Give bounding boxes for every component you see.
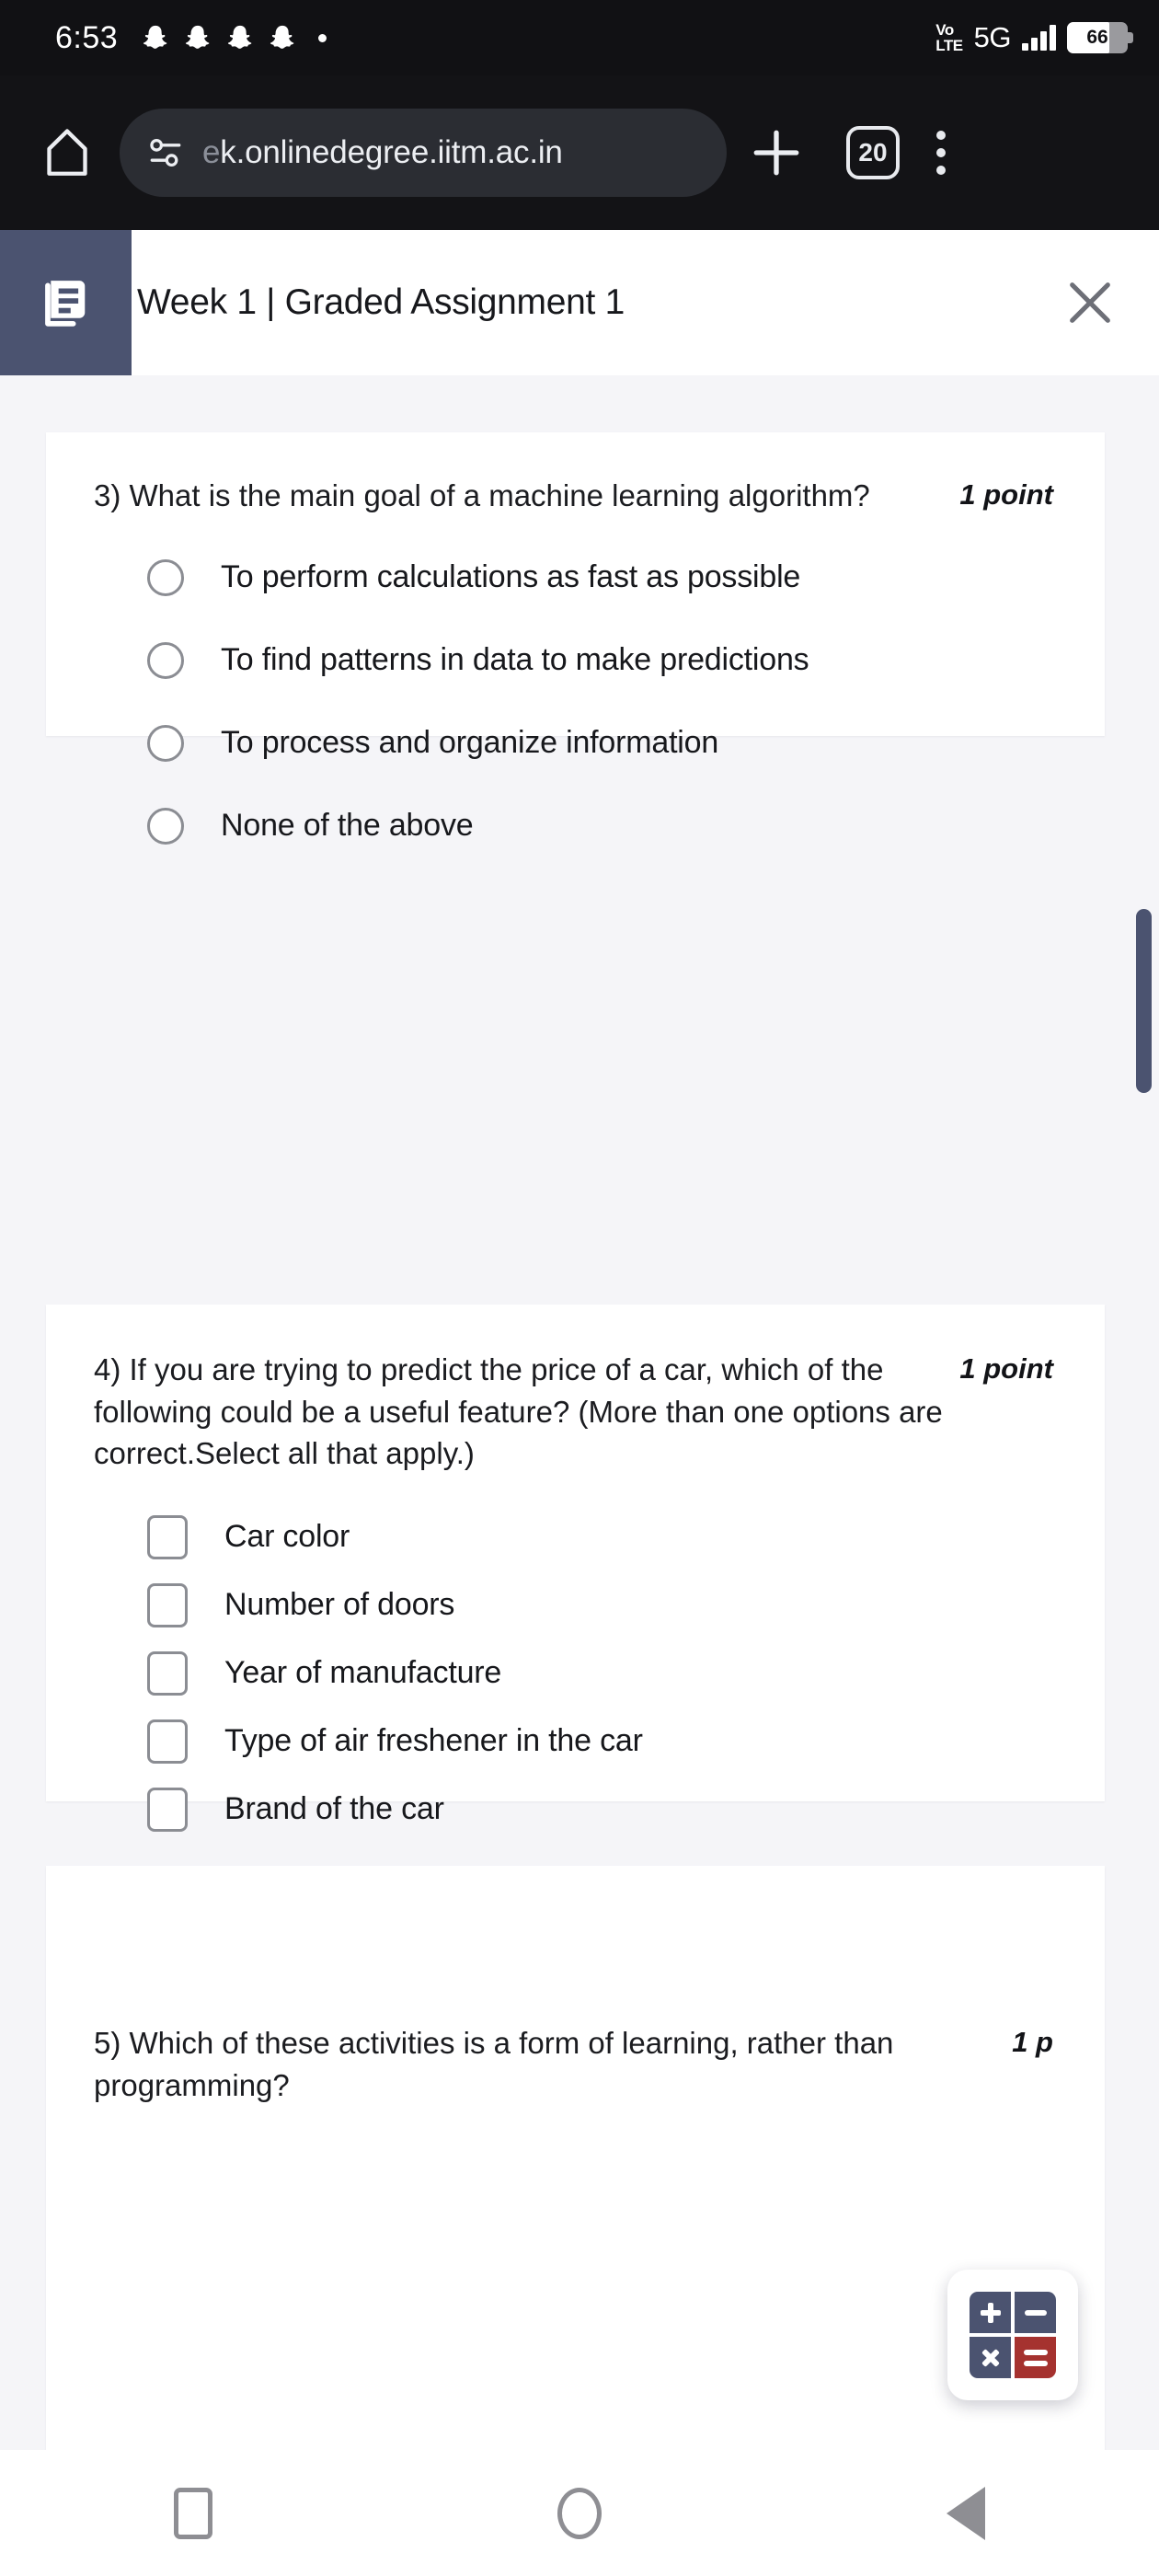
question-4-text: 4) If you are trying to predict the pric…: [94, 1349, 943, 1475]
android-navigation-bar: [0, 2450, 1159, 2576]
browser-toolbar: ek.onlinedegree.iitm.ac.in 20: [0, 75, 1159, 230]
site-settings-icon: [150, 138, 181, 167]
question-3-option-1[interactable]: To perform calculations as fast as possi…: [46, 558, 1105, 596]
assignment-icon-button[interactable]: [0, 230, 132, 375]
status-bar: 6:53 Vo LTE 5G 66: [0, 0, 1159, 75]
question-3-option-2[interactable]: To find patterns in data to make predict…: [46, 641, 1105, 679]
calc-times-key: [970, 2337, 1011, 2378]
battery-icon: 66: [1067, 22, 1133, 53]
status-bar-clock: 6:53: [55, 19, 119, 55]
question-3-option-3[interactable]: To process and organize information: [46, 724, 1105, 762]
new-tab-button[interactable]: [727, 126, 826, 179]
radio-button-icon[interactable]: [147, 641, 184, 679]
option-label: To find patterns in data to make predict…: [221, 642, 809, 678]
home-circle-icon: [557, 2487, 602, 2539]
question-4-option-5[interactable]: Brand of the car: [46, 1787, 1105, 1832]
notification-icons: [142, 24, 327, 52]
plus-icon: [753, 130, 799, 176]
address-bar[interactable]: ek.onlinedegree.iitm.ac.in: [120, 109, 727, 197]
snapchat-ghost-icon: [270, 25, 294, 49]
status-bar-right: Vo LTE 5G 66: [935, 21, 1133, 54]
document-article-icon: [44, 281, 85, 327]
home-icon: [47, 129, 87, 176]
option-label: Number of doors: [224, 1587, 455, 1623]
calculator-icon: [970, 2292, 1056, 2378]
snapchat-ghost-icon: [143, 25, 167, 49]
signal-bars-icon: [1022, 25, 1056, 51]
notification-dot-icon: [318, 33, 327, 42]
question-3-points: 1 point: [959, 478, 1053, 511]
option-label: None of the above: [221, 808, 474, 844]
question-card-3: 3) What is the main goal of a machine le…: [46, 432, 1105, 845]
question-5-text: 5) Which of these activities is a form o…: [94, 2022, 995, 2106]
assignment-header: Week 1 | Graded Assignment 1: [0, 230, 1159, 375]
address-bar-text: ek.onlinedegree.iitm.ac.in: [202, 134, 563, 171]
volte-icon: Vo LTE: [935, 21, 963, 54]
question-5-header: 5) Which of these activities is a form o…: [46, 1866, 1105, 2106]
browser-menu-button[interactable]: [900, 131, 982, 175]
vertical-scrollbar-thumb[interactable]: [1136, 909, 1152, 1093]
option-label: To process and organize information: [221, 725, 719, 761]
option-label: Brand of the car: [224, 1791, 444, 1827]
back-button[interactable]: [874, 2467, 1058, 2559]
snapchat-ghost-icon: [186, 25, 210, 49]
close-icon: [1070, 282, 1110, 323]
question-4-option-2[interactable]: Number of doors: [46, 1582, 1105, 1627]
tab-switcher-button[interactable]: 20: [846, 126, 900, 179]
option-label: Type of air freshener in the car: [224, 1723, 643, 1759]
checkbox-icon[interactable]: [147, 1787, 188, 1832]
recents-button[interactable]: [101, 2467, 285, 2559]
question-4-number: 4): [94, 1352, 121, 1386]
question-4-option-1[interactable]: Car color: [46, 1514, 1105, 1559]
question-4-option-3[interactable]: Year of manufacture: [46, 1650, 1105, 1696]
checkbox-icon[interactable]: [147, 1650, 188, 1696]
phone-screen: 6:53 Vo LTE 5G 66 ek.onlinedegree.iitm.a…: [0, 0, 1159, 2576]
back-triangle-icon: [947, 2486, 985, 2540]
question-4-header: 4) If you are trying to predict the pric…: [46, 1305, 1105, 1475]
checkbox-icon[interactable]: [147, 1514, 188, 1559]
question-card-4: 4) If you are trying to predict the pric…: [46, 1305, 1105, 1832]
question-3-number: 3): [94, 478, 121, 512]
checkbox-icon[interactable]: [147, 1719, 188, 1764]
question-card-5: 5) Which of these activities is a form o…: [46, 1866, 1105, 2450]
assignment-scroll-area[interactable]: 3) What is the main goal of a machine le…: [0, 375, 1159, 2450]
question-4-option-4[interactable]: Type of air freshener in the car: [46, 1719, 1105, 1764]
option-label: Car color: [224, 1519, 350, 1555]
calc-plus-key: [970, 2292, 1011, 2333]
url-text: k.onlinedegree.iitm.ac.in: [220, 134, 563, 170]
question-3-body: What is the main goal of a machine learn…: [129, 478, 870, 512]
question-5-points: 1 p: [1012, 2026, 1053, 2058]
url-prefix: e: [202, 134, 221, 170]
radio-button-icon[interactable]: [147, 724, 184, 762]
volte-label-bottom: LTE: [935, 37, 963, 54]
checkbox-icon[interactable]: [147, 1582, 188, 1627]
question-4-points: 1 point: [959, 1352, 1053, 1385]
question-5-body: Which of these activities is a form of l…: [94, 2026, 894, 2102]
volte-label-top: Vo: [935, 21, 954, 39]
battery-percent-label: 66: [1086, 27, 1108, 48]
question-3-header: 3) What is the main goal of a machine le…: [46, 432, 1105, 517]
calc-equals-key: [1015, 2337, 1056, 2378]
radio-button-icon[interactable]: [147, 807, 184, 845]
home-button[interactable]: [28, 126, 107, 179]
option-label: Year of manufacture: [224, 1655, 502, 1691]
question-4-body: If you are trying to predict the price o…: [94, 1352, 943, 1471]
snapchat-ghost-icon: [228, 25, 252, 49]
assignment-title: Week 1 | Graded Assignment 1: [137, 282, 625, 322]
close-assignment-button[interactable]: [1021, 230, 1159, 375]
network-type-label: 5G: [973, 21, 1012, 53]
home-nav-button[interactable]: [488, 2467, 671, 2559]
radio-button-icon[interactable]: [147, 558, 184, 596]
calc-minus-key: [1015, 2292, 1056, 2333]
option-label: To perform calculations as fast as possi…: [221, 559, 801, 595]
question-3-text: 3) What is the main goal of a machine le…: [94, 475, 943, 517]
question-3-option-4[interactable]: None of the above: [46, 807, 1105, 845]
recents-square-icon: [174, 2487, 212, 2539]
question-5-number: 5): [94, 2026, 121, 2060]
calculator-button[interactable]: [947, 2270, 1078, 2400]
